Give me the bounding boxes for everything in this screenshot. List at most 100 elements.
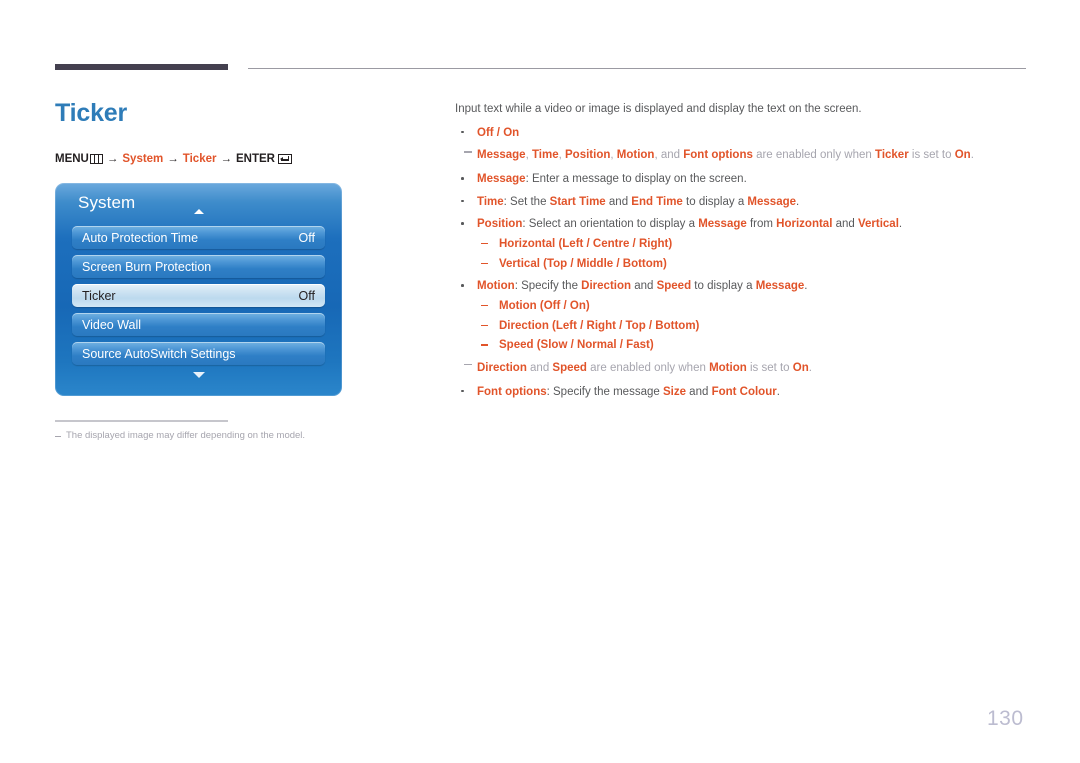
note-term-direction: Direction: [477, 362, 527, 375]
sub-item-direction: Direction (Left / Right / Top / Bottom): [477, 318, 1030, 335]
note-dash-icon: [464, 151, 472, 153]
header-rule-thick: [55, 64, 228, 70]
breadcrumb-separator-2: →: [167, 153, 179, 165]
osd-title: System: [78, 193, 136, 212]
conj: and: [631, 280, 657, 293]
sub-dash-icon: [481, 243, 488, 245]
osd-row-label: Source AutoSwitch Settings: [82, 346, 236, 361]
option-time-desc2: to display a: [682, 195, 748, 208]
term-message: Message: [698, 218, 747, 231]
conj: and: [832, 218, 858, 231]
bullet-dot-icon: [461, 177, 464, 180]
note-text: is set to: [746, 362, 793, 375]
term-vertical: Vertical: [857, 218, 899, 231]
footnote-text: The displayed image may differ depending…: [66, 430, 306, 441]
sub-options: (Slow / Normal / Fast): [536, 339, 654, 352]
note-text: are enabled only when: [752, 149, 875, 162]
osd-row-label: Ticker: [82, 288, 116, 303]
sub-options: (Top / Middle / Bottom): [543, 257, 667, 270]
breadcrumb-enter-label: ENTER: [235, 153, 275, 165]
bullet-dot-icon: [461, 199, 464, 203]
breadcrumb-menu-label: MENU: [55, 153, 89, 165]
note-ticker-enabled: Message, Time, Position, Motion, and Fon…: [455, 147, 1030, 164]
footnote-rule: [55, 420, 228, 422]
period: .: [898, 218, 903, 231]
note-text: is set to: [908, 149, 955, 162]
footnote-dash-icon: [55, 436, 61, 438]
note-text: .: [808, 362, 812, 375]
note-term-font-options: Font options: [683, 149, 753, 162]
breadcrumb-separator-1: →: [106, 153, 119, 165]
note-term-ticker: Ticker: [875, 149, 909, 162]
term-font-colour: Font Colour: [711, 385, 777, 398]
page-number: 130: [987, 707, 1024, 730]
list-item-position: Position: Select an orientation to displ…: [455, 216, 1030, 272]
bullet-dot-icon: [461, 389, 464, 393]
option-motion: Motion: [477, 280, 515, 293]
option-position: Position: [477, 218, 523, 231]
sub-options: (Left / Centre / Right): [558, 238, 673, 251]
sub-dash-icon: [481, 324, 488, 327]
period: .: [776, 385, 780, 398]
menu-grid-icon: [89, 154, 103, 164]
conj: and: [685, 385, 712, 398]
osd-row[interactable]: Auto Protection Time Off: [72, 226, 325, 249]
chevron-down-icon[interactable]: [192, 372, 205, 378]
conj: from: [746, 218, 777, 231]
osd-row[interactable]: Video Wall: [72, 313, 325, 336]
sub-list-position: Horizontal (Left / Centre / Right) Verti…: [477, 236, 1030, 272]
breadcrumb-system: System: [122, 153, 164, 165]
term-start-time: Start Time: [549, 195, 606, 208]
option-motion-desc2: to display a: [691, 280, 756, 293]
bullet-dot-icon: [461, 130, 464, 134]
list-item-off-on: Off / On: [455, 125, 1030, 142]
breadcrumb-separator-3: →: [220, 153, 232, 165]
list-item-font-options: Font options: Specify the message Size a…: [455, 384, 1030, 401]
osd-header: System: [55, 183, 342, 223]
note-term-motion: Motion: [616, 149, 655, 162]
sub-name: Horizontal: [499, 238, 556, 251]
option-font-desc: : Specify the message: [546, 385, 663, 398]
note-term-motion: Motion: [709, 362, 747, 375]
header-rule-thin: [248, 68, 1026, 69]
note-term-speed: Speed: [552, 362, 587, 375]
term-message: Message: [747, 195, 797, 208]
option-time: Time: [477, 195, 504, 208]
osd-row-selected[interactable]: Ticker Off: [72, 284, 325, 307]
note-term-position: Position: [565, 149, 611, 162]
enter-return-icon: [277, 154, 292, 164]
list-item-message: Message: Enter a message to display on t…: [455, 171, 1030, 188]
term-speed: Speed: [656, 280, 692, 293]
option-message: Message: [477, 173, 526, 186]
option-message-desc: : Enter a message to display on the scre…: [525, 173, 747, 186]
chevron-up-icon[interactable]: [193, 209, 204, 214]
intro-paragraph: Input text while a video or image is dis…: [455, 103, 862, 115]
list-item-time: Time: Set the Start Time and End Time to…: [455, 194, 1030, 211]
sub-name: Direction: [499, 319, 549, 332]
sub-name: Vertical: [499, 257, 540, 270]
term-size: Size: [662, 385, 686, 398]
note-text: are enabled only when: [586, 362, 710, 375]
conj: and: [605, 195, 632, 208]
period: .: [804, 280, 808, 293]
osd-row-label: Video Wall: [82, 317, 142, 332]
breadcrumb-ticker: Ticker: [182, 153, 217, 165]
term-direction: Direction: [581, 280, 632, 293]
sub-dash-icon: [481, 305, 488, 307]
note-term-on: On: [954, 149, 971, 162]
bullet-dot-icon: [461, 284, 464, 287]
sub-dash-icon: [481, 262, 488, 264]
note-term-time: Time: [531, 149, 559, 162]
sub-dash-icon: [481, 344, 488, 346]
sub-item-motion: Motion (Off / On): [477, 298, 1030, 315]
osd-row-value: Off: [298, 230, 315, 245]
page-title: Ticker: [55, 99, 128, 127]
breadcrumb: MENU → System → Ticker → ENTER: [55, 153, 292, 165]
option-time-desc: : Set the: [503, 195, 550, 208]
osd-row[interactable]: Screen Burn Protection: [72, 255, 325, 278]
osd-row-list: Auto Protection Time Off Screen Burn Pro…: [72, 226, 325, 371]
note-dash-icon: [464, 364, 472, 366]
note-motion-enabled: Direction and Speed are enabled only whe…: [455, 360, 1030, 377]
osd-row[interactable]: Source AutoSwitch Settings: [72, 342, 325, 365]
sub-options: (Off / On): [539, 300, 590, 313]
